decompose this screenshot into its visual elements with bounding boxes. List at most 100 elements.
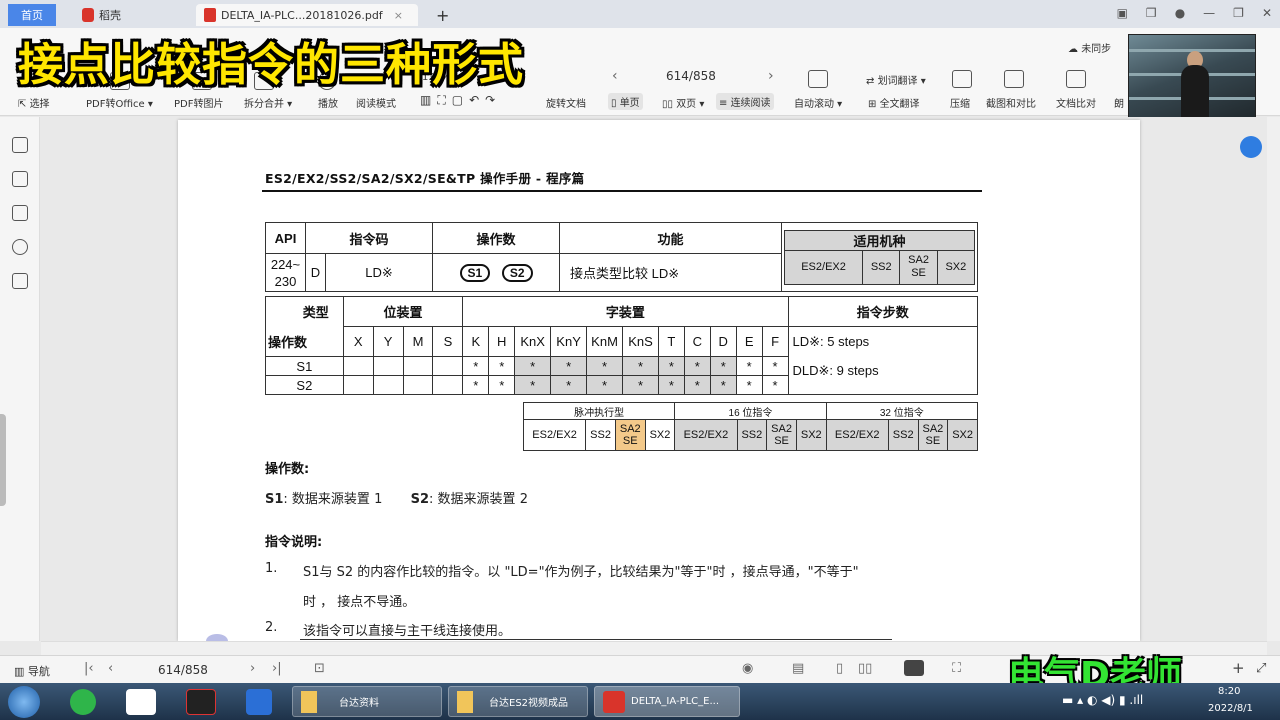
prev-page-status-icon[interactable]: ‹ [108, 661, 113, 676]
start-button[interactable] [8, 686, 40, 718]
double-page-button[interactable]: ▯▯ 双页 ▾ [662, 95, 704, 110]
more-tools-button[interactable]: 朗 [1114, 95, 1124, 110]
attachment-icon[interactable] [12, 239, 28, 255]
pulse-es2: ES2/EX2 [522, 419, 587, 451]
tab-home[interactable]: 首页 [8, 4, 56, 26]
single-page-button[interactable]: ▯ 单页 [608, 93, 643, 110]
vertical-scrollbar[interactable] [1267, 117, 1280, 641]
continuous-read-button[interactable]: ≡ 连续阅读 [716, 93, 774, 110]
mark: * [462, 375, 490, 395]
browser-icon[interactable] [70, 689, 96, 715]
pulse-sx2: SX2 [644, 419, 676, 451]
play-status-icon[interactable] [904, 660, 924, 676]
mark: * [488, 375, 516, 395]
wps-pdf-icon [603, 690, 625, 713]
operand-header: 操作数 [432, 222, 560, 254]
eye-protect-icon[interactable]: ◉ [742, 661, 753, 676]
play-button[interactable]: 播放 [318, 95, 338, 110]
pdf-to-office-button[interactable]: PDF转Office ▾ [86, 95, 153, 110]
tab-pdf-document[interactable]: DELTA_IA-PLC...20181026.pdf × [196, 4, 418, 26]
zoom-in-icon[interactable]: + [1232, 659, 1245, 677]
col-h: H [488, 326, 516, 357]
split-merge-button[interactable]: 拆分合并 ▾ [244, 95, 292, 110]
bottom-rule [300, 639, 892, 640]
skin-icon[interactable]: ❒ [1146, 6, 1157, 20]
recorder-icon[interactable] [186, 689, 216, 715]
api-header: API [265, 222, 306, 254]
bit-device-header: 位装置 [342, 296, 464, 327]
new-tab-button[interactable]: + [428, 4, 457, 26]
view-tools-icons[interactable]: ▥⛶▢↶↷ [420, 93, 501, 108]
sync-label: 未同步 [1081, 44, 1112, 55]
type-header: 类型 [265, 296, 344, 327]
last-page-icon[interactable]: ›| [272, 661, 282, 676]
model-es2: ES2/EX2 [783, 249, 864, 285]
fullscreen-icon[interactable]: ⛶ [952, 661, 961, 676]
sync-status[interactable]: ☁ 未同步 [1068, 40, 1111, 55]
status-page-number[interactable]: 614/858 [158, 663, 208, 677]
col-x: X [342, 326, 374, 357]
signature-icon[interactable] [12, 273, 28, 289]
floating-assistant-icon[interactable] [1240, 136, 1262, 158]
close-window-icon[interactable]: ✕ [1262, 6, 1272, 20]
row-s1-label: S1 [265, 356, 344, 376]
taskbar-folder-1-label: 台达资料 [339, 698, 379, 709]
read-mode-button[interactable]: 阅读模式 [356, 95, 396, 110]
taskbar-folder-1[interactable]: 台达资料 [292, 686, 442, 717]
sidebar-collapse-handle[interactable] [0, 414, 6, 506]
chat-app-icon[interactable] [246, 689, 272, 715]
pulse-header: 脉冲执行型 [522, 402, 676, 420]
full-translate-button[interactable]: ⊞ 全文翻译 [868, 95, 920, 110]
expand-icon[interactable]: ⤢ [1256, 661, 1266, 676]
user-avatar-icon[interactable]: ● [1175, 6, 1185, 20]
next-page-icon[interactable]: › [768, 68, 774, 84]
s2-symbol: S2 [501, 263, 533, 282]
pdf-to-image-button[interactable]: PDF转图片 [174, 95, 223, 110]
word-device-header: 字装置 [462, 296, 789, 327]
auto-scroll-button[interactable]: 自动滚动 ▾ [794, 95, 842, 110]
mark: * [622, 356, 659, 376]
word-translate-button[interactable]: ⇄ 划词翻译 ▾ [866, 72, 926, 87]
screenshot-compare-button[interactable]: 截图和对比 [986, 95, 1036, 110]
select-tool[interactable]: ⇱ 选择 [18, 95, 50, 110]
cloud-app-icon[interactable] [126, 689, 156, 715]
b16-ss2: SS2 [736, 419, 768, 451]
bit16-header: 16 位指令 [674, 402, 827, 420]
tab-bar: 首页 稻壳 DELTA_IA-PLC...20181026.pdf × + ▣ … [0, 0, 1280, 28]
thumbnail-icon[interactable] [12, 171, 28, 187]
next-page-status-icon[interactable]: › [250, 661, 255, 676]
mark: * [709, 375, 737, 395]
bookmark-icon[interactable] [12, 137, 28, 153]
close-tab-icon[interactable]: × [394, 9, 403, 22]
col-knx: KnX [514, 326, 552, 357]
mark: * [657, 356, 685, 376]
layout-icon[interactable]: ▣ [1117, 6, 1128, 20]
exec-type-table: 脉冲执行型 16 位指令 32 位指令 ES2/EX2 SS2 SA2 SE S… [522, 402, 979, 451]
first-page-icon[interactable]: |‹ [84, 661, 94, 676]
document-header: ES2/EX2/SS2/SA2/SX2/SE&TP 操作手册 - 程序篇 [265, 171, 585, 186]
split-merge-label: 拆分合并 [244, 99, 284, 110]
nav-toggle[interactable]: ▥ 导航 [14, 663, 50, 679]
taskbar-pdf-window[interactable]: DELTA_IA-PLC_E... [594, 686, 740, 717]
tab-docer-label: 稻壳 [99, 9, 121, 22]
maximize-icon[interactable]: ❐ [1233, 6, 1244, 20]
tray-icons[interactable]: ▬ ▴ ◐ ◀) ▮ .ıll [1062, 693, 1143, 707]
d-prefix: D [305, 253, 326, 292]
tab-docer[interactable]: 稻壳 [74, 4, 129, 26]
comment-icon[interactable] [12, 205, 28, 221]
continuous-status-icon[interactable]: ▤ [792, 661, 804, 676]
model-ss2: SS2 [862, 249, 901, 285]
rotate-button[interactable]: 旋转文档 [546, 95, 586, 110]
doc-compare-button[interactable]: 文档比对 [1056, 95, 1096, 110]
compress-button[interactable]: 压缩 [950, 95, 970, 110]
taskbar-folder-2[interactable]: 台达ES2视频成品 [448, 686, 588, 717]
prev-page-icon[interactable]: ‹ [612, 68, 618, 84]
auto-scroll-icon [808, 70, 828, 88]
page-number-field[interactable]: 614/858 [666, 69, 756, 83]
mark: * [735, 356, 763, 376]
instruction-code: LD※ [325, 253, 433, 292]
fit-page-icon[interactable]: ⊡ [314, 661, 325, 676]
double-status-icon[interactable]: ▯▯ [858, 661, 872, 676]
single-status-icon[interactable]: ▯ [836, 661, 843, 676]
minimize-icon[interactable]: — [1203, 6, 1215, 20]
